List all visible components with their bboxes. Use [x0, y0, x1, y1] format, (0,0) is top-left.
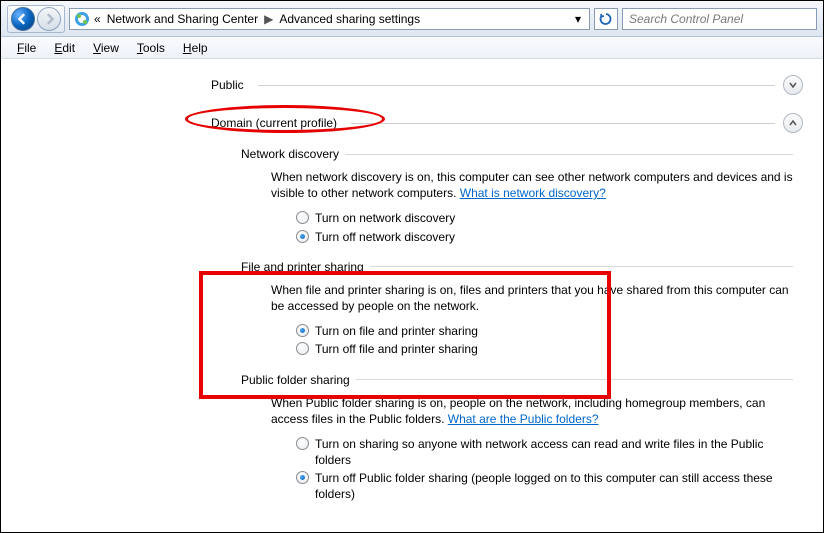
breadcrumb-arrow: ▶	[264, 12, 273, 26]
radio-fp-on[interactable]	[296, 324, 309, 337]
divider	[258, 85, 775, 86]
address-bar[interactable]: « Network and Sharing Center ▶ Advanced …	[69, 8, 590, 30]
subsection-file-printer: File and printer sharing When file and p…	[241, 260, 793, 359]
divider	[351, 123, 775, 124]
divider	[356, 379, 793, 380]
network-discovery-desc: When network discovery is on, this compu…	[271, 169, 793, 201]
radio-nd-on[interactable]	[296, 211, 309, 224]
navigation-bar: « Network and Sharing Center ▶ Advanced …	[1, 1, 823, 37]
expand-public-button[interactable]	[783, 75, 803, 95]
search-placeholder: Search Control Panel	[629, 12, 743, 26]
subsection-public-folder: Public folder sharing When Public folder…	[241, 373, 793, 504]
back-button[interactable]	[11, 7, 35, 31]
file-printer-title: File and printer sharing	[241, 260, 364, 274]
radio-fp-on-label: Turn on file and printer sharing	[315, 323, 478, 339]
public-folder-desc: When Public folder sharing is on, people…	[271, 395, 793, 427]
network-discovery-title: Network discovery	[241, 147, 339, 161]
search-input[interactable]: Search Control Panel	[622, 8, 817, 30]
menu-help[interactable]: Help	[175, 39, 216, 57]
network-sharing-icon	[74, 11, 90, 27]
address-dropdown[interactable]: ▾	[571, 12, 585, 26]
refresh-button[interactable]	[594, 8, 618, 30]
section-public: Public	[211, 75, 803, 95]
breadcrumb-loc2[interactable]: Advanced sharing settings	[279, 12, 420, 26]
nav-buttons	[7, 5, 65, 33]
public-folder-link[interactable]: What are the Public folders?	[448, 412, 599, 426]
menu-edit[interactable]: Edit	[46, 39, 83, 57]
radio-pf-off[interactable]	[296, 471, 309, 484]
radio-pf-on-label: Turn on sharing so anyone with network a…	[315, 436, 793, 468]
divider	[345, 154, 793, 155]
radio-nd-on-label: Turn on network discovery	[315, 210, 455, 226]
collapse-domain-button[interactable]	[783, 113, 803, 133]
forward-button[interactable]	[37, 7, 61, 31]
radio-pf-off-label: Turn off Public folder sharing (people l…	[315, 470, 793, 502]
radio-fp-off-label: Turn off file and printer sharing	[315, 341, 478, 357]
section-domain-label: Domain (current profile)	[211, 116, 343, 130]
breadcrumb-loc1[interactable]: Network and Sharing Center	[107, 12, 258, 26]
divider	[370, 266, 793, 267]
content-area: Public Domain (current profile) Network …	[1, 59, 823, 532]
network-discovery-link[interactable]: What is network discovery?	[460, 186, 606, 200]
menu-file[interactable]: File	[9, 39, 44, 57]
section-public-label: Public	[211, 78, 250, 92]
radio-nd-off[interactable]	[296, 230, 309, 243]
breadcrumb: « Network and Sharing Center ▶ Advanced …	[94, 12, 420, 26]
menu-bar: File Edit View Tools Help	[1, 37, 823, 59]
menu-tools[interactable]: Tools	[129, 39, 173, 57]
public-folder-title: Public folder sharing	[241, 373, 350, 387]
radio-pf-on[interactable]	[296, 437, 309, 450]
file-printer-desc: When file and printer sharing is on, fil…	[271, 282, 793, 314]
section-domain: Domain (current profile)	[211, 113, 803, 133]
breadcrumb-sep: «	[94, 12, 101, 26]
radio-nd-off-label: Turn off network discovery	[315, 229, 455, 245]
subsection-network-discovery: Network discovery When network discovery…	[241, 147, 793, 246]
radio-fp-off[interactable]	[296, 342, 309, 355]
menu-view[interactable]: View	[85, 39, 127, 57]
